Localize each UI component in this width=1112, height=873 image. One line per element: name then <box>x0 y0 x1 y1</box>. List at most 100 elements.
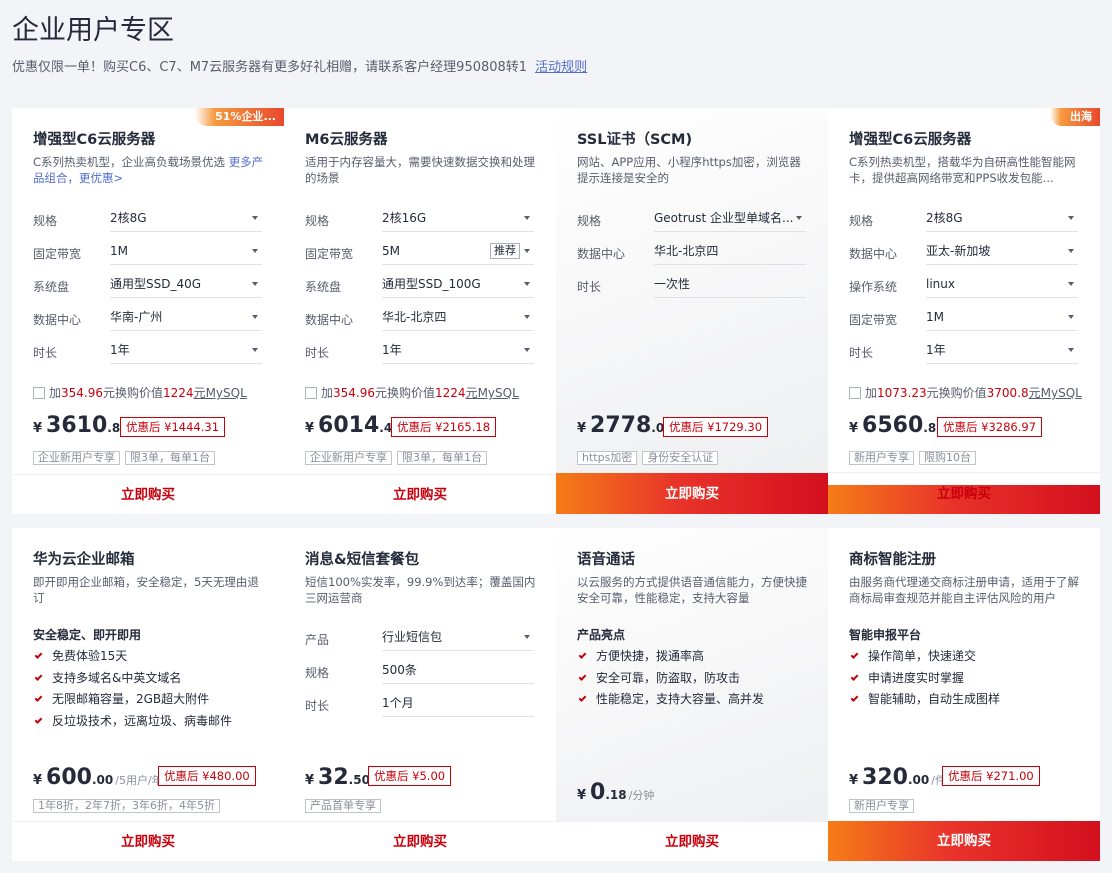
duration-select[interactable]: 1年 <box>926 336 1078 364</box>
chevron-down-icon <box>1068 216 1074 220</box>
rules-link[interactable]: 活动规则 <box>535 60 587 75</box>
bandwidth-select[interactable]: 1M <box>110 237 262 265</box>
chevron-down-icon <box>524 315 530 319</box>
field-spec: 规格 2核16G <box>305 204 534 234</box>
check-icon <box>34 673 43 681</box>
tag-list: 企业新用户专享 限3单，每单1台 <box>33 446 220 465</box>
chevron-down-icon <box>524 216 530 220</box>
spec-select[interactable]: 2核8G <box>926 204 1078 232</box>
chevron-down-icon <box>1068 315 1074 319</box>
bandwidth-select[interactable]: 1M <box>926 303 1078 331</box>
buy-button[interactable]: 立即购买 <box>284 821 556 861</box>
feature-title: 产品亮点 <box>577 628 626 642</box>
disk-select[interactable]: 通用型SSD_40G <box>110 270 262 298</box>
chevron-down-icon <box>252 249 258 253</box>
region-select[interactable]: 华北-北京四 <box>382 303 534 331</box>
field-duration: 时长 1个月 <box>305 689 534 719</box>
tag-list: 新用户专享 限购10台 <box>849 446 981 465</box>
field-os: 操作系统 linux <box>849 270 1078 300</box>
feature-title: 安全稳定、即开即用 <box>33 628 142 642</box>
product-card-c6: 51%企业... 增强型C6云服务器 C系列热卖机型，企业高负载场景优选 更多产… <box>12 108 284 514</box>
chevron-down-icon <box>1068 249 1074 253</box>
price: ¥6014.40 <box>305 413 401 438</box>
addon-checkbox[interactable] <box>849 387 861 399</box>
field-region: 数据中心 华北-北京四 <box>577 237 806 267</box>
field-duration: 时长 1年 <box>849 336 1078 366</box>
spec-select[interactable]: 2核8G <box>110 204 262 232</box>
field-disk: 系统盘 通用型SSD_40G <box>33 270 262 300</box>
buy-button[interactable]: 立即购买 <box>556 472 828 514</box>
buy-button[interactable]: 立即购买 <box>12 821 284 861</box>
chevron-down-icon <box>1068 348 1074 352</box>
tag: 企业新用户专享 <box>33 451 120 465</box>
feature-item: 支持多域名&中英文域名 <box>33 669 181 686</box>
addon-checkbox[interactable] <box>33 387 45 399</box>
recommended-tag: 推荐 <box>490 243 520 259</box>
field-bandwidth: 固定带宽 1M <box>849 303 1078 333</box>
field-bandwidth: 固定带宽 1M <box>33 237 262 267</box>
field-spec: 规格 2核8G <box>849 204 1078 234</box>
discount-badge: 优惠后 ¥5.00 <box>368 766 452 786</box>
chevron-down-icon <box>252 216 258 220</box>
check-icon <box>850 694 859 702</box>
tag: https加密 <box>577 451 638 465</box>
product-name: 语音通话 <box>577 552 635 568</box>
product-name: 增强型C6云服务器 <box>849 132 972 148</box>
product-desc: 网站、APP应用、小程序https加密，浏览器提示连接是安全的 <box>577 155 801 185</box>
buy-button[interactable]: 立即购买 <box>556 821 828 861</box>
duration-select[interactable]: 1年 <box>110 336 262 364</box>
price: ¥32.50 <box>305 765 370 790</box>
bandwidth-select[interactable]: 5M 推荐 <box>382 237 534 265</box>
mysql-addon[interactable]: 加354.96元换购价值1224元MySQL <box>33 384 247 401</box>
discount-badge: 优惠后 ¥2165.18 <box>391 417 497 437</box>
promo-text: 优惠仅限一单！购买C6、C7、M7云服务器有更多好礼相赠，请联系客户经理9508… <box>12 60 528 75</box>
buy-button[interactable]: 立即购买 <box>284 474 556 514</box>
field-spec: 规格 500条 <box>305 656 534 686</box>
product-card-m6: M6云服务器 适用于内存容量大，需要快速数据交换和处理的场景 规格 2核16G 固… <box>284 108 556 514</box>
check-icon <box>34 651 43 659</box>
duration-value: 1个月 <box>382 689 534 717</box>
disk-select[interactable]: 通用型SSD_100G <box>382 270 534 298</box>
check-icon <box>34 694 43 702</box>
field-region: 数据中心 华北-北京四 <box>305 303 534 333</box>
price: ¥6560.85 <box>849 413 945 438</box>
product-desc: 短信100%实发率，99.9%到达率；覆盖国内三网运营商 <box>305 575 536 605</box>
product-select[interactable]: 行业短信包 <box>382 623 534 651</box>
chevron-down-icon <box>524 635 530 639</box>
duration-value: 一次性 <box>654 270 806 298</box>
spec-select[interactable]: 2核16G <box>382 204 534 232</box>
spec-select[interactable]: Geotrust 企业型单域名... <box>654 204 806 232</box>
chevron-down-icon <box>796 216 802 220</box>
check-icon <box>850 673 859 681</box>
chevron-down-icon <box>252 315 258 319</box>
field-disk: 系统盘 通用型SSD_100G <box>305 270 534 300</box>
price: ¥600.00/5用户/年 <box>33 765 163 790</box>
field-duration: 时长 1年 <box>33 336 262 366</box>
buy-button[interactable]: 立即购买 <box>12 474 284 514</box>
region-select[interactable]: 亚太-新加坡 <box>926 237 1078 265</box>
discount-badge: 优惠后 ¥480.00 <box>158 766 256 786</box>
discount-badge: 优惠后 ¥271.00 <box>942 766 1040 786</box>
product-name: 消息&短信套餐包 <box>305 552 420 568</box>
product-card-ssl: SSL证书（SCM) 网站、APP应用、小程序https加密，浏览器提示连接是安… <box>556 108 828 514</box>
promo-badge: 51%企业... <box>195 108 284 126</box>
product-desc: C系列热卖机型，搭载华为自研高性能智能网卡，提供超高网络带宽和PPS收发包能..… <box>849 155 1076 185</box>
feature-item: 操作简单，快速递交 <box>849 647 976 664</box>
product-card-mail: 华为云企业邮箱 即开即用企业邮箱，安全稳定，5天无理由退订 安全稳定、即开即用 … <box>12 528 284 861</box>
duration-select[interactable]: 1年 <box>382 336 534 364</box>
mysql-addon[interactable]: 加1073.23元换购价值3700.8元MySQL <box>849 384 1082 401</box>
price: ¥2778.00 <box>577 413 673 438</box>
region-select[interactable]: 华南-广州 <box>110 303 262 331</box>
feature-item: 反垃圾技术，远离垃圾、病毒邮件 <box>33 712 232 729</box>
buy-button[interactable]: 立即购买 <box>828 472 1100 514</box>
tag: 限3单，每单1台 <box>125 451 215 465</box>
feature-item: 智能辅助，自动生成图样 <box>849 690 1000 707</box>
buy-button[interactable]: 立即购买 <box>828 821 1100 861</box>
addon-checkbox[interactable] <box>305 387 317 399</box>
product-card-voice: 语音通话 以云服务的方式提供语音通信能力，方便快捷安全可靠，性能稳定，支持大容量… <box>556 528 828 861</box>
product-name: M6云服务器 <box>305 132 388 148</box>
mysql-addon[interactable]: 加354.96元换购价值1224元MySQL <box>305 384 519 401</box>
os-select[interactable]: linux <box>926 270 1078 298</box>
page-title: 企业用户专区 <box>12 15 174 46</box>
field-duration: 时长 一次性 <box>577 270 806 300</box>
